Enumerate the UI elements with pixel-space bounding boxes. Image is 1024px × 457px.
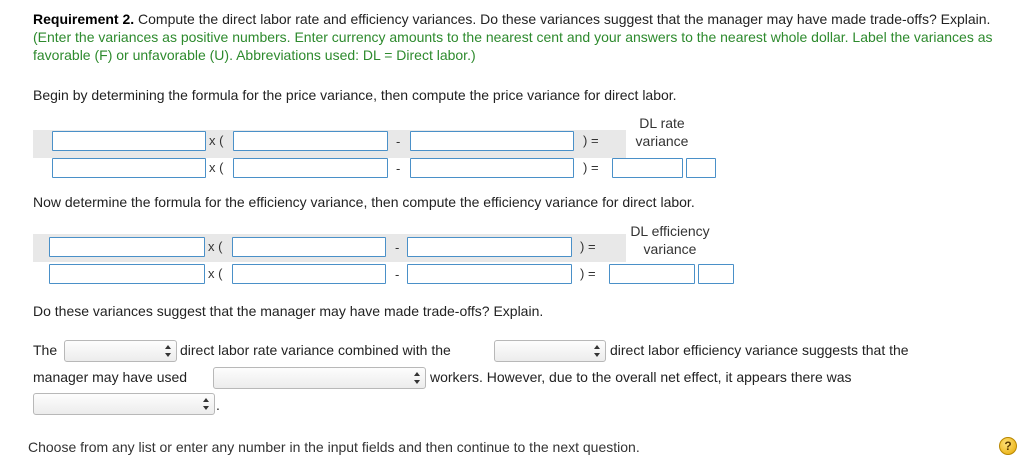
price-variance-intro: Begin by determining the formula for the… <box>33 87 677 103</box>
times-open-paren: x ( <box>209 133 224 148</box>
footer-instruction: Choose from any list or enter any number… <box>28 439 640 455</box>
tradeoff-the-label: The <box>33 342 58 358</box>
efficiency-variance-type-select[interactable] <box>494 340 606 362</box>
price-formula-input-3[interactable] <box>410 131 574 151</box>
dl-rate-header-line2: variance <box>635 133 689 149</box>
efficiency-compute-input-1[interactable] <box>49 264 205 284</box>
efficiency-compute-input-3[interactable] <box>407 264 572 284</box>
efficiency-variance-intro: Now determine the formula for the effici… <box>33 194 695 210</box>
efficiency-suggests-text: direct labor efficiency variance suggest… <box>610 342 909 358</box>
workers-type-select[interactable] <box>213 367 426 389</box>
close-paren-equals: ) = <box>580 239 596 254</box>
dl-eff-header-line2: variance <box>643 241 697 257</box>
rate-combined-text: direct labor rate variance combined with… <box>180 342 451 358</box>
price-compute-input-1[interactable] <box>52 158 206 178</box>
close-paren-equals: ) = <box>583 133 599 148</box>
efficiency-formula-input-2[interactable] <box>232 237 386 257</box>
dl-eff-header-line1: DL efficiency <box>630 223 710 239</box>
dl-rate-variance-amount[interactable] <box>612 158 683 178</box>
net-effect-select[interactable] <box>33 393 215 415</box>
times-open-paren: x ( <box>208 239 223 254</box>
price-compute-input-3[interactable] <box>410 158 574 178</box>
dl-rate-header-line1: DL rate <box>639 115 685 131</box>
requirement-body: Compute the direct labor rate and effici… <box>134 11 991 27</box>
minus-sign: - <box>396 134 401 149</box>
efficiency-compute-input-2[interactable] <box>232 264 386 284</box>
requirement-text: Requirement 2. Compute the direct labor … <box>33 10 1003 64</box>
rate-variance-type-select[interactable] <box>64 340 177 362</box>
dl-efficiency-variance-label[interactable] <box>698 264 734 284</box>
manager-used-text: manager may have used <box>33 369 188 385</box>
select-arrows-icon <box>203 398 209 410</box>
select-arrows-icon <box>414 372 420 384</box>
tradeoff-question: Do these variances suggest that the mana… <box>33 303 544 319</box>
price-formula-input-2[interactable] <box>233 131 388 151</box>
workers-however-text: workers. However, due to the overall net… <box>430 369 852 385</box>
close-paren-equals: ) = <box>583 160 599 175</box>
close-paren-equals: ) = <box>580 266 596 281</box>
price-formula-input-1[interactable] <box>52 131 206 151</box>
select-arrows-icon <box>594 345 600 357</box>
dl-rate-variance-label[interactable] <box>686 158 716 178</box>
requirement-title: Requirement 2. <box>33 11 135 27</box>
dl-rate-variance-header: DL rate variance <box>612 114 712 150</box>
times-open-paren: x ( <box>208 266 223 281</box>
sentence-period: . <box>216 397 220 413</box>
efficiency-formula-input-1[interactable] <box>49 237 205 257</box>
times-open-paren: x ( <box>209 160 224 175</box>
minus-sign: - <box>395 240 400 255</box>
dl-efficiency-variance-amount[interactable] <box>609 264 695 284</box>
dl-efficiency-variance-header: DL efficiency variance <box>610 222 730 258</box>
efficiency-formula-input-3[interactable] <box>407 237 572 257</box>
select-arrows-icon <box>165 345 171 357</box>
minus-sign: - <box>396 161 401 176</box>
minus-sign: - <box>395 267 400 282</box>
requirement-instructions: (Enter the variances as positive numbers… <box>33 29 993 63</box>
price-compute-input-2[interactable] <box>233 158 388 178</box>
help-icon[interactable]: ? <box>999 437 1017 455</box>
